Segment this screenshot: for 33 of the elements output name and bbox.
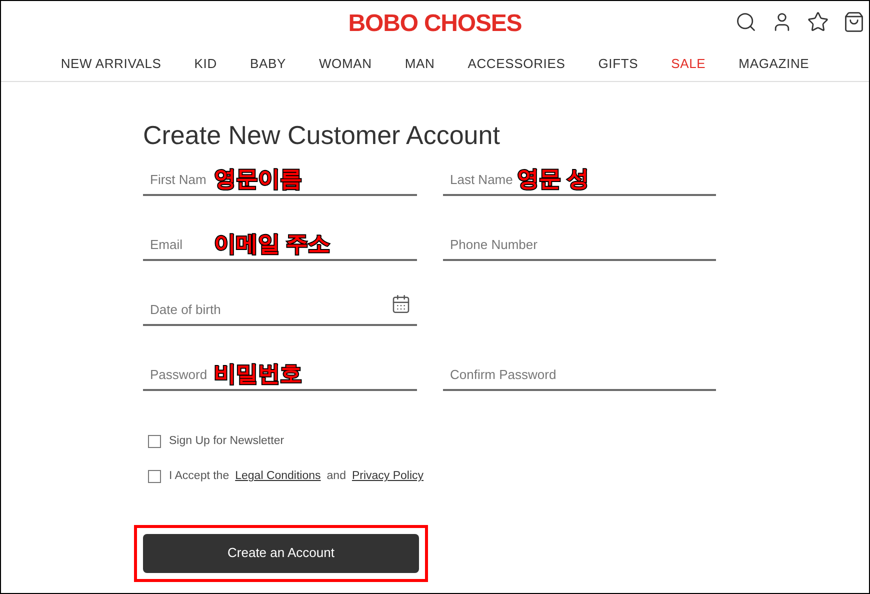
checkbox[interactable] xyxy=(148,435,161,448)
nav-link[interactable]: NEW ARRIVALS xyxy=(60,54,162,74)
input-field[interactable]: Date of birth xyxy=(143,282,417,326)
nav-link[interactable]: KID xyxy=(194,54,217,74)
nav-link[interactable]: BABY xyxy=(250,54,286,74)
input-field[interactable]: Confirm Password xyxy=(443,347,716,391)
nav-link[interactable]: WOMAN xyxy=(318,54,372,74)
annotation-label: 영문 성 xyxy=(516,168,589,190)
input-field[interactable]: Email 이메일 주소 xyxy=(143,217,417,261)
checkbox-label: Sign Up for Newsletter xyxy=(169,434,284,449)
input-field[interactable]: First Nam 영문이름 xyxy=(143,152,417,196)
input-field[interactable]: Password 비밀번호 xyxy=(143,347,417,391)
search-icon[interactable] xyxy=(735,11,757,33)
annotation-label: 이메일 주소 xyxy=(214,233,330,255)
annotation-label: 비밀번호 xyxy=(214,363,302,385)
create-account-button[interactable]: Create an Account xyxy=(143,534,419,572)
checkbox[interactable] xyxy=(148,470,161,484)
annotation-label: 영문이름 xyxy=(214,168,302,190)
input-field[interactable]: Last Name 영문 성 xyxy=(443,152,716,196)
nav-link[interactable]: GIFTS xyxy=(598,54,638,74)
calendar-icon xyxy=(391,294,411,314)
nav-link[interactable]: MAN xyxy=(404,54,435,74)
policy-link[interactable]: Legal Conditions xyxy=(235,470,321,482)
nav-link[interactable]: MAGAZINE xyxy=(738,54,810,74)
nav-link[interactable]: SALE xyxy=(671,54,706,74)
bag-icon[interactable] xyxy=(843,11,865,33)
star-icon[interactable] xyxy=(807,11,829,33)
brand-logo[interactable]: BOBO CHOSES xyxy=(348,6,522,42)
checkbox-label: I Accept the Legal Conditions and Privacy Policy xyxy=(169,469,425,484)
input-field[interactable]: Phone Number xyxy=(443,217,716,261)
nav-link[interactable]: ACCESSORIES xyxy=(468,54,566,74)
policy-link[interactable]: Privacy Policy xyxy=(352,470,424,482)
page-title: Create New Customer Account xyxy=(143,122,501,148)
